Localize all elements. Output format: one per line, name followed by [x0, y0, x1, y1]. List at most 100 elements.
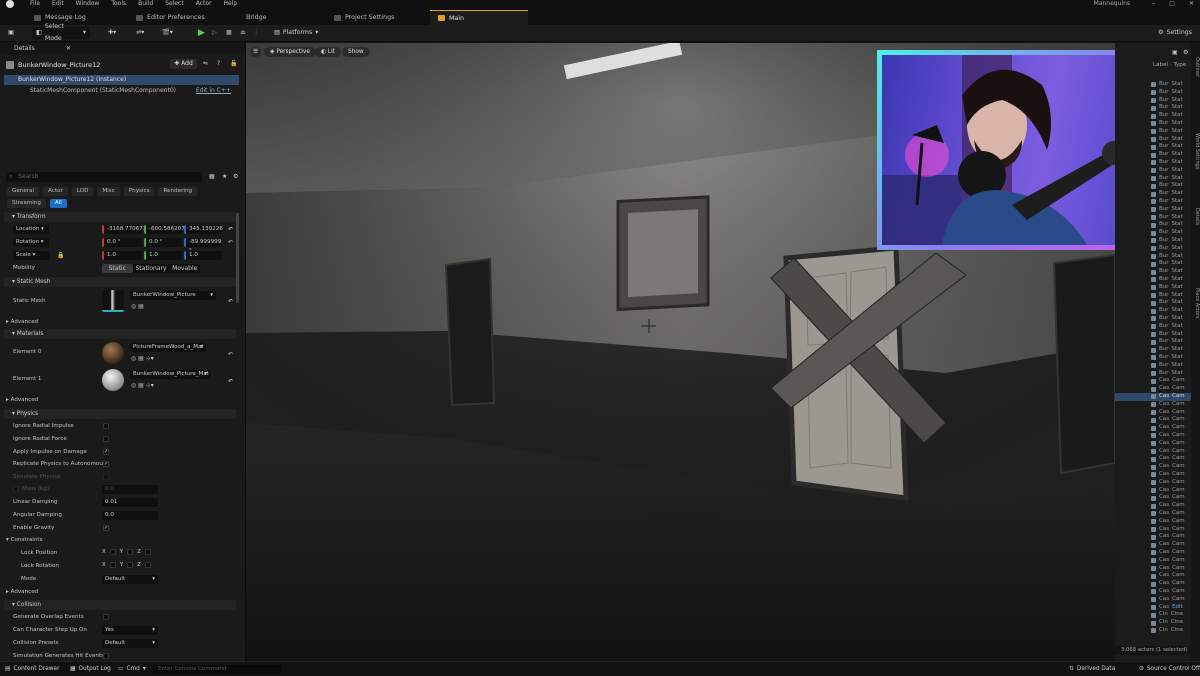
outliner-row[interactable]: Bur Stat	[1151, 112, 1183, 120]
section-static-mesh[interactable]: ▾ Static Mesh	[4, 277, 236, 287]
outliner-row[interactable]: Cin Cine	[1151, 611, 1183, 619]
scale-dropdown[interactable]: Scale ▾	[13, 251, 49, 260]
outliner-row[interactable]: Bur Stat	[1151, 143, 1183, 151]
outliner-row[interactable]: Bur Stat	[1151, 331, 1183, 339]
outliner-row[interactable]: Bur Stat	[1151, 362, 1183, 370]
outliner-row[interactable]: Bur Stat	[1151, 214, 1183, 222]
scale-y-field[interactable]: 1.0	[144, 251, 182, 260]
outliner-row[interactable]: Bur Stat	[1151, 229, 1183, 237]
console-input[interactable]: Enter Console Command	[153, 665, 281, 674]
mesh-thumbnail[interactable]	[102, 290, 124, 312]
outliner-row[interactable]: Bur Stat	[1151, 299, 1183, 307]
outliner-row[interactable]: Bur Stat	[1151, 104, 1183, 112]
reset-icon[interactable]: ↶	[228, 298, 233, 305]
outliner-row[interactable]: Bur Stat	[1151, 81, 1183, 89]
details-scrollbar[interactable]	[236, 213, 239, 303]
close-tab-icon[interactable]: ✕	[66, 43, 71, 55]
menu-actor[interactable]: Actor	[196, 0, 212, 8]
outliner-row[interactable]: Cas Cam	[1151, 432, 1185, 440]
rotation-x-field[interactable]: 0.0 °	[102, 238, 142, 247]
play-icon[interactable]: ▶	[194, 27, 209, 39]
browse-icon[interactable]: ◎ ▤ ⊹▾	[131, 355, 154, 362]
section-transform[interactable]: ▾ Transform	[4, 212, 236, 222]
lock-rot-z-checkbox[interactable]	[144, 562, 151, 568]
outliner-row[interactable]: Cas Cam	[1151, 549, 1185, 557]
outliner-row[interactable]: Cas Cam	[1151, 510, 1185, 518]
outliner-row[interactable]: Bur Stat	[1151, 370, 1183, 378]
perspective-button[interactable]: ◈ Perspective	[264, 47, 316, 57]
outliner-row[interactable]: Cas Cam	[1151, 455, 1185, 463]
type-column-header[interactable]: Type	[1173, 62, 1186, 68]
section-physics[interactable]: ▾ Physics	[4, 409, 236, 419]
outliner-row[interactable]: Cas Cam	[1151, 377, 1185, 385]
filter-streaming[interactable]: Streaming	[7, 199, 46, 208]
filter-lod[interactable]: LOD	[71, 187, 94, 196]
section-materials[interactable]: ▾ Materials	[4, 329, 236, 339]
add-component-button[interactable]: ✚ Add	[170, 59, 197, 69]
outliner-row[interactable]: Cas Cam	[1151, 487, 1185, 495]
outliner-row[interactable]: Cas Cam	[1151, 596, 1185, 604]
angular-damping-field[interactable]: 0.0	[102, 511, 158, 520]
outliner-row[interactable]: Cas Cam	[1115, 393, 1191, 401]
outliner-row[interactable]: Cas Cam	[1151, 448, 1185, 456]
outliner-row[interactable]: Cas Cam	[1151, 494, 1185, 502]
outliner-row[interactable]: Bur Stat	[1151, 245, 1183, 253]
outliner-row[interactable]: Bur Stat	[1151, 323, 1183, 331]
apply-impulse-checkbox[interactable]: ✓	[103, 449, 109, 455]
outliner-row[interactable]: Bur Stat	[1151, 315, 1183, 323]
hit-events-checkbox[interactable]	[103, 653, 109, 659]
outliner-row[interactable]: Bur Stat	[1151, 97, 1183, 105]
side-tab-world-settings[interactable]: World Settings	[1191, 133, 1200, 169]
derived-data-button[interactable]: ⇅ Derived Data	[1069, 665, 1115, 674]
eject-icon[interactable]: ⏏	[236, 27, 250, 39]
blueprint-icon[interactable]: ⇋	[203, 60, 208, 67]
material1-thumbnail[interactable]	[102, 369, 124, 391]
overlap-events-checkbox[interactable]	[103, 614, 109, 620]
menu-build[interactable]: Build	[138, 0, 153, 8]
viewport-menu-icon[interactable]: ☰	[250, 47, 262, 57]
content-drawer-button[interactable]: ▤ Content Drawer	[5, 665, 59, 674]
location-y-field[interactable]: -600.586207	[144, 225, 185, 234]
more-options-icon[interactable]: ⋮	[249, 27, 263, 39]
scale-x-field[interactable]: 1.0	[102, 251, 142, 260]
stop-icon[interactable]: ■	[222, 27, 236, 39]
step-up-dropdown[interactable]: Yes ▾	[102, 626, 158, 635]
outliner-row[interactable]: Bur Stat	[1151, 120, 1183, 128]
platforms-dropdown[interactable]: ▤ Platforms ▾	[270, 27, 322, 39]
maximize-icon[interactable]: □	[1169, 0, 1175, 8]
side-tab-details[interactable]: Details	[1191, 208, 1200, 225]
close-icon[interactable]: ✕	[1189, 0, 1194, 8]
mobility-stationary[interactable]: Stationary	[133, 264, 170, 273]
source-control-button[interactable]: ⊘ Source Control Off	[1139, 665, 1200, 674]
outliner-row[interactable]: Bur Stat	[1151, 190, 1183, 198]
side-tab-outliner[interactable]: Outliner	[1191, 57, 1200, 77]
menu-tools[interactable]: Tools	[111, 0, 126, 8]
minimize-icon[interactable]: –	[1152, 0, 1155, 8]
outliner-row[interactable]: Bur Stat	[1151, 167, 1183, 175]
filter-general[interactable]: General	[7, 187, 40, 196]
advanced-toggle[interactable]: ▸ Advanced	[6, 396, 38, 405]
outliner-row[interactable]: Bur Stat	[1151, 338, 1183, 346]
outliner-row[interactable]: Cas Cam	[1151, 479, 1185, 487]
outliner-row[interactable]: Bur Stat	[1151, 151, 1183, 159]
mobility-movable[interactable]: Movable	[169, 264, 200, 273]
tab-main[interactable]: Main	[430, 10, 528, 25]
section-collision[interactable]: ▾ Collision	[4, 600, 236, 610]
linear-damping-field[interactable]: 0.01	[102, 498, 158, 507]
outliner-row[interactable]: Bur Stat	[1151, 292, 1183, 300]
outliner-row[interactable]: Cin Cine	[1151, 627, 1183, 635]
lock-pos-x-checkbox[interactable]	[109, 549, 116, 555]
replicate-physics-checkbox[interactable]: ✓	[103, 461, 109, 467]
location-dropdown[interactable]: Location ▾	[13, 225, 49, 234]
outliner-row[interactable]: Bur Stat	[1151, 175, 1183, 183]
outliner-row[interactable]: Cas Cam	[1151, 557, 1185, 565]
outliner-row[interactable]: Bur Stat	[1151, 159, 1183, 167]
outliner-row[interactable]: Cas Cam	[1151, 533, 1185, 541]
element0-dropdown[interactable]: PictureFrameWood_a_Mat ▾	[130, 343, 206, 352]
outliner-row[interactable]: Bur Stat	[1151, 128, 1183, 136]
location-x-field[interactable]: -3168.770673	[102, 225, 146, 234]
tab-editor-preferences[interactable]: Editor Preferences	[128, 10, 213, 25]
menu-select[interactable]: Select	[165, 0, 184, 8]
outliner-row[interactable]: Bur Stat	[1151, 136, 1183, 144]
outliner-row[interactable]: Bur Stat	[1151, 89, 1183, 97]
